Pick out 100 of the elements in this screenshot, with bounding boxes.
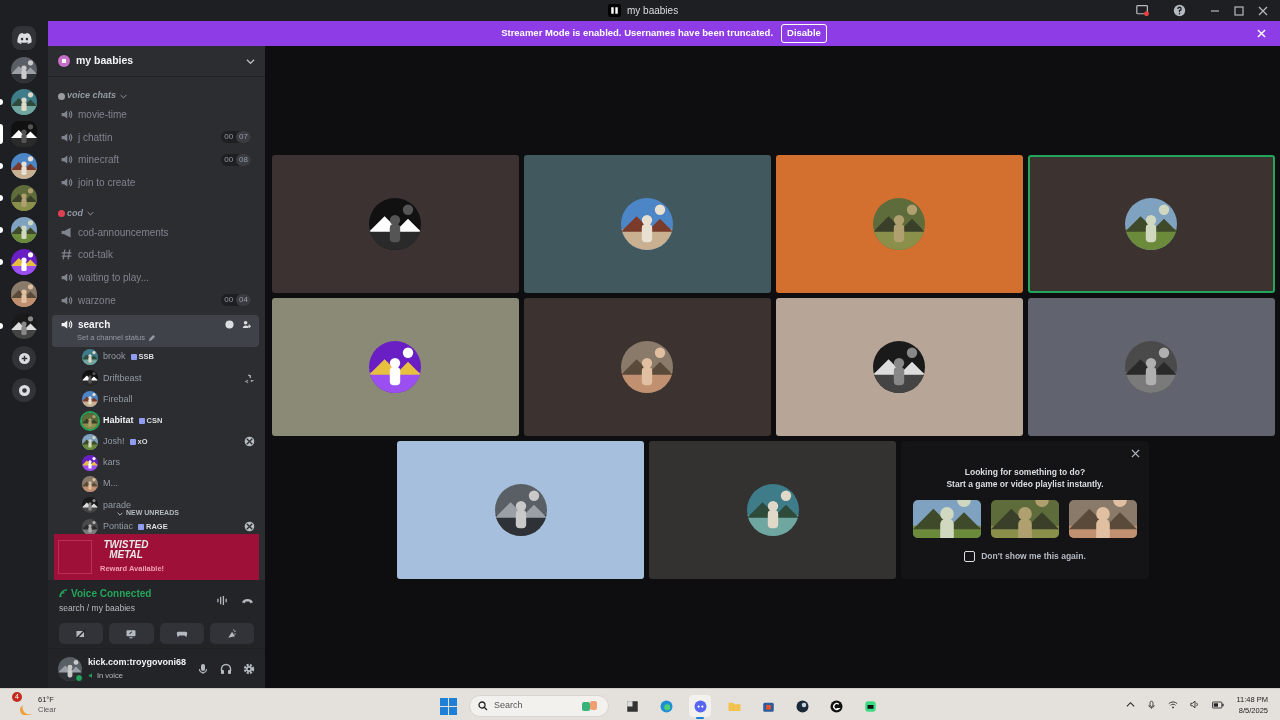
user-avatar[interactable] (82, 349, 98, 366)
user-name[interactable]: Fireball (103, 392, 133, 407)
server-header[interactable]: my baabies (48, 46, 265, 77)
search-field[interactable]: Search (494, 699, 574, 713)
channel-item[interactable]: cod-talk (52, 243, 259, 267)
user-avatar[interactable] (82, 518, 98, 535)
video-tile[interactable] (271, 298, 519, 436)
user-avatar[interactable] (82, 391, 98, 408)
inbox-icon[interactable] (1136, 4, 1149, 17)
speaker-icon (60, 130, 73, 144)
user-avatar[interactable] (82, 433, 98, 450)
microphone-icon[interactable] (197, 662, 209, 675)
close-icon[interactable] (1258, 5, 1268, 16)
channel-item[interactable]: warzone 00 04 (52, 288, 259, 312)
channel-item[interactable]: waiting to play... (52, 266, 259, 289)
user-avatar[interactable] (82, 497, 98, 514)
screen-share-button[interactable] (109, 623, 154, 644)
server-icon[interactable] (11, 313, 37, 339)
close-icon[interactable] (1131, 449, 1140, 458)
user-name[interactable]: Josh! (103, 435, 125, 449)
user-avatar[interactable] (82, 370, 98, 387)
waveform-icon[interactable] (216, 595, 229, 607)
help-icon[interactable] (1173, 4, 1186, 17)
user-avatar[interactable] (82, 476, 98, 493)
user-name[interactable]: M... (103, 477, 118, 491)
activities-button[interactable] (159, 623, 204, 644)
window-title: my baabies (627, 4, 679, 18)
hashtag-icon (60, 248, 73, 262)
user-name[interactable]: brook (103, 350, 126, 364)
video-tile[interactable] (271, 155, 519, 293)
server-logo-icon (608, 4, 621, 17)
video-tile[interactable] (397, 441, 644, 579)
user-name[interactable]: Pontiac (103, 519, 134, 534)
windows-start-icon[interactable] (440, 697, 457, 715)
server-icon[interactable] (11, 249, 37, 275)
user-name[interactable]: Driftbeast (103, 371, 142, 386)
settings-icon[interactable] (243, 662, 255, 675)
headphones-icon[interactable] (220, 662, 232, 675)
disconnect-icon[interactable] (241, 596, 254, 606)
server-icon[interactable] (11, 185, 37, 211)
chevron-down-icon (87, 210, 94, 218)
video-tile[interactable] (523, 155, 771, 293)
soundboard-icon (225, 627, 238, 640)
video-tile[interactable] (649, 441, 896, 579)
server-icon[interactable] (11, 281, 37, 307)
chevron-down-icon[interactable] (246, 56, 255, 66)
channel-name: join to create (78, 175, 136, 190)
channel-item[interactable]: cod-announcements (52, 220, 259, 244)
server-icon[interactable] (11, 217, 37, 243)
user-limit: 08 (236, 153, 251, 166)
voice-location[interactable]: search / my baabies (59, 602, 152, 615)
server-icon[interactable] (11, 89, 37, 115)
soundboard-button[interactable] (209, 623, 254, 644)
channel-name: cod-talk (78, 248, 113, 263)
channel-item[interactable]: minecraft 00 08 (52, 148, 259, 172)
server-icon[interactable] (11, 121, 37, 147)
video-tile[interactable] (775, 298, 1023, 436)
battery-icon[interactable] (1212, 700, 1225, 709)
home-button[interactable] (12, 26, 36, 50)
username[interactable]: kick.com:troygovoni68 (88, 656, 187, 670)
video-tile[interactable] (775, 155, 1023, 293)
category-emoji-icon (58, 92, 65, 100)
server-icon[interactable] (11, 57, 37, 83)
server-icon[interactable] (11, 153, 37, 179)
speaker-icon (60, 175, 73, 189)
add-user-icon[interactable] (242, 320, 251, 330)
user-avatar[interactable] (82, 455, 98, 472)
user-name[interactable]: kars (103, 456, 120, 470)
category-name[interactable]: cod (67, 207, 83, 221)
steam-app-icon (794, 698, 810, 714)
video-tile[interactable] (1027, 155, 1275, 293)
chevron-up-icon[interactable] (1126, 700, 1136, 709)
camera-off-icon (75, 627, 88, 640)
add-server-button[interactable] (12, 346, 36, 370)
tag-icon (129, 438, 136, 445)
disable-button[interactable]: Disable (781, 24, 827, 43)
wifi-icon[interactable] (1168, 700, 1179, 709)
channel-item[interactable]: join to create (52, 171, 259, 194)
channel-item[interactable]: movie-time (52, 103, 259, 126)
discover-button[interactable] (12, 378, 36, 402)
search-bar[interactable]: Search (469, 695, 609, 717)
maximize-icon[interactable] (1234, 5, 1244, 16)
video-tile[interactable] (523, 298, 771, 436)
chat-bubble-icon[interactable] (225, 320, 234, 330)
video-tile[interactable] (1027, 298, 1275, 436)
checkbox[interactable] (964, 550, 976, 562)
game-thumbnail[interactable] (1069, 500, 1137, 538)
game-thumbnail[interactable] (991, 500, 1059, 538)
user-name[interactable]: Habitat (103, 413, 134, 428)
checkbox-label[interactable]: Don't show me this again. (981, 550, 1086, 563)
category-name[interactable]: voice chats (67, 89, 117, 103)
files-app-icon (624, 698, 640, 714)
channel-name: waiting to play... (78, 270, 149, 285)
channel-item[interactable]: j chattin 00 07 (52, 125, 259, 149)
microphone-icon[interactable] (1147, 699, 1157, 710)
voice-status[interactable]: Voice Connected (71, 586, 152, 602)
game-thumbnail[interactable] (913, 500, 981, 538)
volume-icon[interactable] (1190, 700, 1201, 709)
user-avatar[interactable] (58, 656, 82, 681)
camera-off-button[interactable] (59, 623, 104, 644)
